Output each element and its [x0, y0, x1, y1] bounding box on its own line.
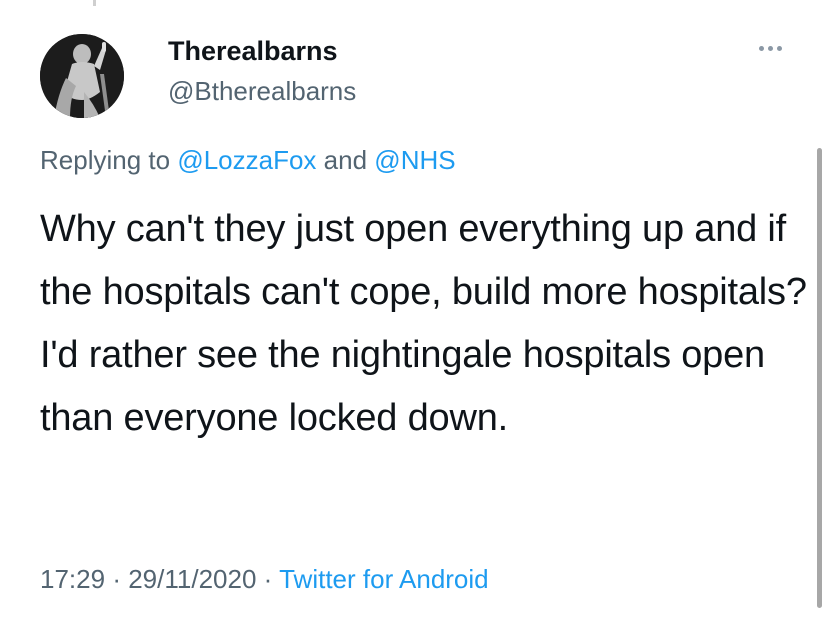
more-options-button[interactable]: [752, 40, 788, 56]
more-horizontal-icon: [758, 45, 764, 51]
mention-link-nhs[interactable]: @NHS: [374, 145, 455, 175]
display-name[interactable]: Therealbarns: [168, 34, 356, 68]
reply-conjunction: and: [323, 145, 368, 175]
tweet-meta: 17:29 · 29/11/2020 · Twitter for Android: [40, 562, 489, 596]
avatar[interactable]: [40, 34, 124, 118]
tweet-card: Therealbarns @Btherealbarns Replying to …: [0, 0, 828, 622]
tweet-text: Why can't they just open everything up a…: [40, 208, 807, 439]
meta-separator: ·: [263, 564, 273, 594]
scrollbar[interactable]: [817, 148, 822, 608]
mention-link-lozzafox[interactable]: @LozzaFox: [177, 145, 316, 175]
tweet-date[interactable]: 29/11/2020: [128, 564, 256, 594]
reply-prefix: Replying to: [40, 145, 171, 175]
divider: [93, 0, 96, 6]
tweet-time[interactable]: 17:29: [40, 564, 105, 594]
statue-avatar-icon: [40, 34, 124, 118]
more-horizontal-icon: [767, 45, 773, 51]
tweet-source-link[interactable]: Twitter for Android: [279, 564, 489, 594]
user-handle[interactable]: @Btherealbarns: [168, 74, 356, 108]
meta-separator: ·: [112, 564, 121, 594]
more-horizontal-icon: [776, 45, 782, 51]
user-names: Therealbarns @Btherealbarns: [168, 34, 356, 108]
reply-context: Replying to @LozzaFox and @NHS: [40, 142, 456, 178]
